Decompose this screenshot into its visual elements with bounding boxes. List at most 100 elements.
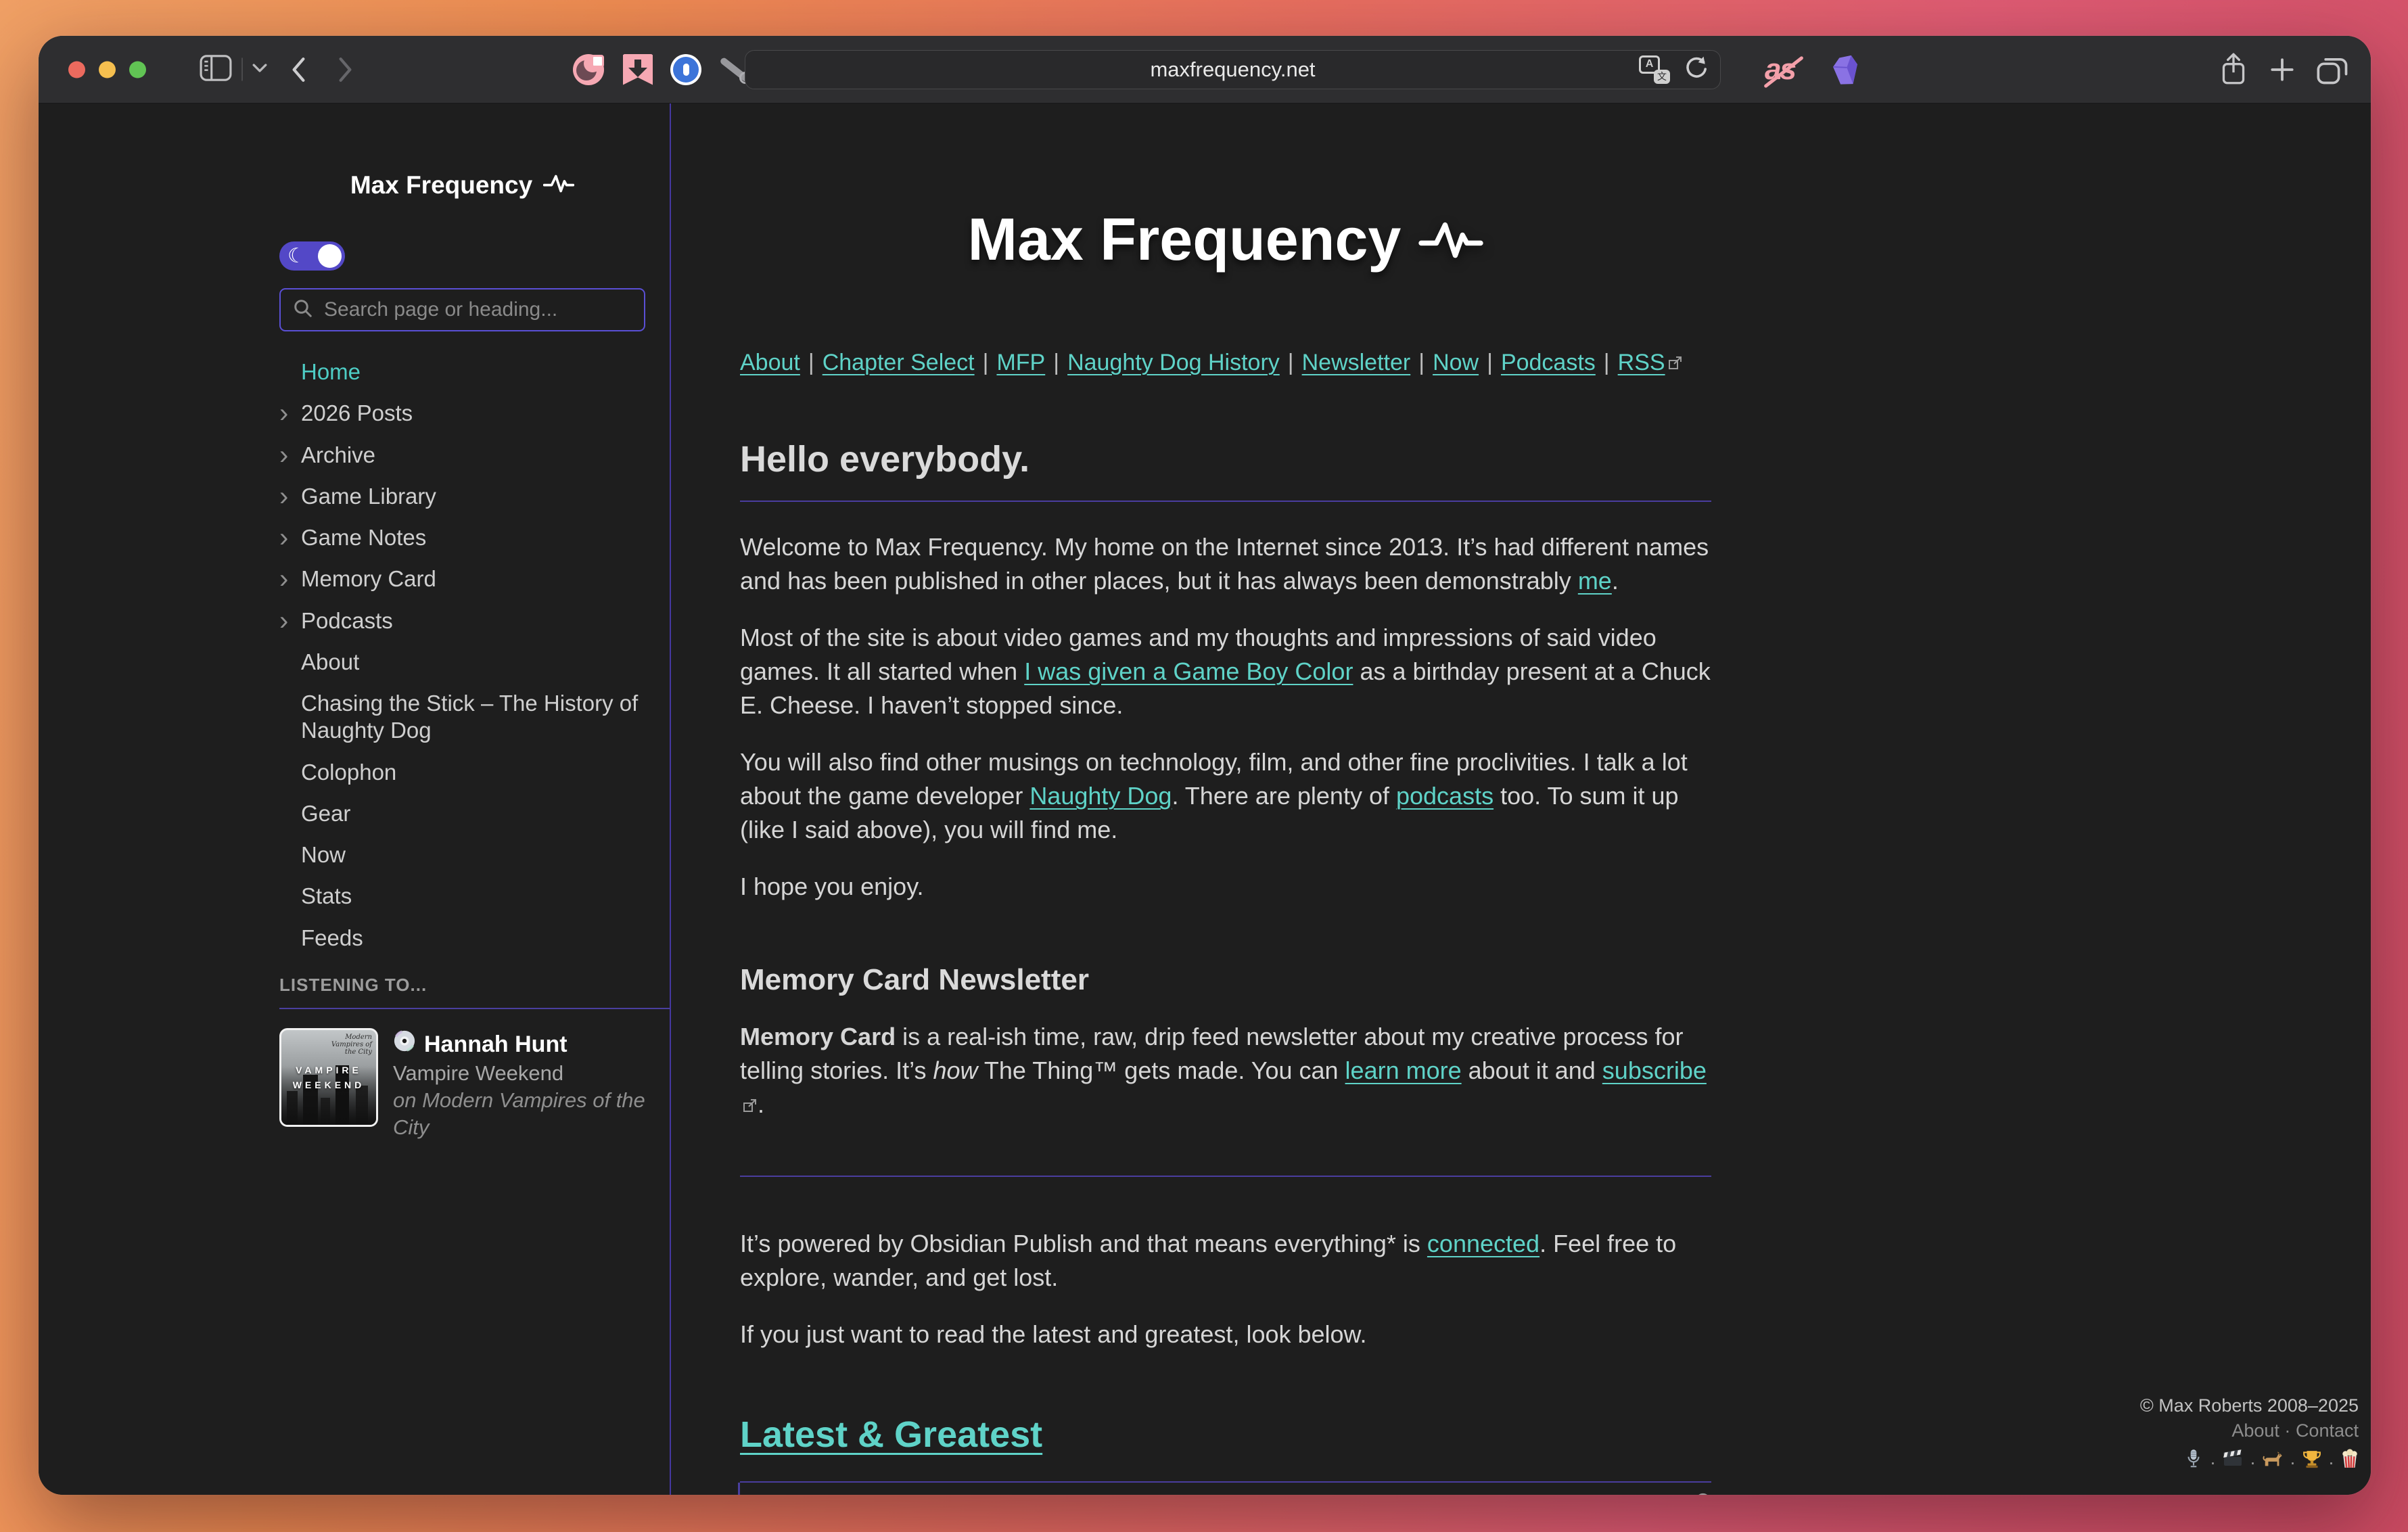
chevron-right-icon[interactable]: › xyxy=(279,521,288,555)
listening-to-label: LISTENING TO... xyxy=(279,975,645,996)
sidebar-item-stats[interactable]: Stats xyxy=(279,883,645,910)
sidebar-item-chasing-the-stick[interactable]: Chasing the Stick – The History of Naugh… xyxy=(279,690,645,745)
newsletter-paragraph: Memory Card is a real-ish time, raw, dri… xyxy=(740,1020,1711,1121)
sidebar-controls xyxy=(200,54,267,85)
site-footer: © Max Roberts 2008–2025 About · Contact … xyxy=(2140,1393,2359,1477)
noir-extension-icon[interactable] xyxy=(573,54,604,85)
moon-icon: ☾ xyxy=(287,244,306,268)
back-button[interactable] xyxy=(290,57,306,83)
intro-paragraph-2: Most of the site is about video games an… xyxy=(740,621,1711,722)
sidebar-item-podcasts[interactable]: ›Podcasts xyxy=(279,607,645,634)
link-icon[interactable] xyxy=(1683,1492,1711,1495)
chevron-right-icon[interactable]: › xyxy=(279,563,288,596)
sidebar-nav: Home ›2026 Posts ›Archive ›Game Library … xyxy=(279,358,645,952)
toggle-knob xyxy=(318,244,342,268)
listening-widget: Modern Vampires of the City VAMPIREWEEKE… xyxy=(279,1008,670,1141)
cd-icon xyxy=(393,1029,416,1061)
obsidian-icon[interactable] xyxy=(1830,53,1861,87)
reload-icon[interactable] xyxy=(1684,55,1709,84)
trophy-icon xyxy=(2302,1449,2321,1476)
browser-toolbar: maxfrequency.net A文 as xyxy=(39,36,2371,103)
pulse-icon xyxy=(543,171,574,200)
page-nav-links: About|Chapter Select|MFP|Naughty Dog His… xyxy=(740,350,1711,376)
url-text: maxfrequency.net xyxy=(1150,57,1315,82)
sidebar-toggle-icon[interactable] xyxy=(200,54,232,85)
connected-link[interactable]: connected xyxy=(1427,1230,1539,1257)
sidebar-item-2026-posts[interactable]: ›2026 Posts xyxy=(279,400,645,427)
sidebar-item-colophon[interactable]: Colophon xyxy=(279,759,645,786)
close-window-button[interactable] xyxy=(68,61,85,78)
zoom-window-button[interactable] xyxy=(129,61,146,78)
sidebar-item-game-library[interactable]: ›Game Library xyxy=(279,483,645,510)
sidebar-item-game-notes[interactable]: ›Game Notes xyxy=(279,524,645,551)
sidebar-item-now[interactable]: Now xyxy=(279,841,645,868)
nav-link-now[interactable]: Now xyxy=(1433,350,1479,375)
sidebar-item-memory-card[interactable]: ›Memory Card xyxy=(279,565,645,593)
album-art: Modern Vampires of the City VAMPIREWEEKE… xyxy=(279,1028,378,1127)
translate-icon[interactable]: A文 xyxy=(1639,55,1670,84)
subscribe-link[interactable]: subscribe xyxy=(1602,1057,1707,1084)
hello-heading: Hello everybody. xyxy=(740,438,1711,502)
copyright-text: © Max Roberts 2008–2025 xyxy=(2140,1393,2359,1419)
listening-album: Modern Vampires of the City xyxy=(393,1088,645,1139)
chevron-down-icon[interactable] xyxy=(252,63,267,76)
browser-window: maxfrequency.net A文 as xyxy=(39,36,2371,1495)
dog-icon xyxy=(2263,1450,2283,1476)
sidebar-item-about[interactable]: About xyxy=(279,649,645,676)
microphone-icon xyxy=(2184,1448,2203,1477)
chevron-right-icon[interactable]: › xyxy=(279,397,288,430)
downloader-extension-icon[interactable] xyxy=(623,54,653,85)
nav-link-chapter-select[interactable]: Chapter Select xyxy=(823,350,975,375)
nav-link-newsletter[interactable]: Newsletter xyxy=(1302,350,1411,375)
sidebar-item-home[interactable]: Home xyxy=(279,358,645,386)
learn-more-link[interactable]: learn more xyxy=(1345,1057,1462,1084)
external-link-icon xyxy=(1668,350,1683,376)
sidebar-site-title[interactable]: Max Frequency xyxy=(279,171,645,200)
chevron-right-icon[interactable]: › xyxy=(279,439,288,472)
site-sidebar: Max Frequency ☾ Home ›2026 Posts ›Archiv… xyxy=(39,103,671,1495)
traffic-lights xyxy=(68,61,160,78)
onepassword-extension-icon[interactable] xyxy=(670,54,701,85)
minimize-window-button[interactable] xyxy=(99,61,116,78)
look-below-paragraph: If you just want to read the latest and … xyxy=(740,1318,1711,1351)
footer-contact-link[interactable]: Contact xyxy=(2296,1420,2359,1441)
tab-overview-icon[interactable] xyxy=(2315,53,2351,86)
toolbar-divider xyxy=(241,58,243,81)
podcasts-link[interactable]: podcasts xyxy=(1396,782,1494,810)
nav-link-podcasts[interactable]: Podcasts xyxy=(1501,350,1596,375)
album-art-script-text: Modern Vampires of the City xyxy=(330,1034,372,1056)
footer-about-link[interactable]: About xyxy=(2231,1420,2279,1441)
game-boy-color-link[interactable]: I was given a Game Boy Color xyxy=(1024,657,1353,685)
nav-link-mfp[interactable]: MFP xyxy=(996,350,1045,375)
sidebar-search[interactable] xyxy=(279,288,645,331)
search-icon xyxy=(293,298,313,322)
chevron-right-icon[interactable]: › xyxy=(279,605,288,638)
nav-link-rss[interactable]: RSS xyxy=(1618,350,1665,375)
intro-paragraph-1: Welcome to Max Frequency. My home on the… xyxy=(740,530,1711,598)
sidebar-item-gear[interactable]: Gear xyxy=(279,800,645,827)
listening-artist: Vampire Weekend xyxy=(393,1060,645,1087)
new-tab-icon[interactable] xyxy=(2268,55,2296,84)
forward-button[interactable] xyxy=(338,57,354,83)
external-link-icon xyxy=(743,1088,758,1121)
naughty-dog-link[interactable]: Naughty Dog xyxy=(1029,782,1172,810)
chevron-right-icon[interactable]: › xyxy=(279,480,288,513)
search-input[interactable] xyxy=(323,298,632,322)
nav-link-about[interactable]: About xyxy=(740,350,800,375)
listening-track: Hannah Hunt xyxy=(424,1030,568,1060)
me-link[interactable]: me xyxy=(1578,567,1612,595)
share-icon[interactable] xyxy=(2218,51,2249,88)
sidebar-item-feeds[interactable]: Feeds xyxy=(279,925,645,952)
nav-link-naughty-dog-history[interactable]: Naughty Dog History xyxy=(1067,350,1280,375)
sidebar-title-text: Max Frequency xyxy=(350,171,532,200)
clapperboard-icon xyxy=(2223,1449,2243,1476)
sidebar-item-archive[interactable]: ›Archive xyxy=(279,442,645,469)
latest-greatest-heading-link[interactable]: Latest & Greatest xyxy=(740,1414,1042,1456)
main-content-pane: Max Frequency About|Chapter Select|MFP|N… xyxy=(671,103,2371,1495)
pulse-icon xyxy=(1418,205,1483,274)
as-blocker-extension-icon[interactable]: as xyxy=(1765,53,1795,87)
intro-paragraph-3: You will also find other musings on tech… xyxy=(740,745,1711,847)
popcorn-icon xyxy=(2341,1449,2359,1477)
address-bar[interactable]: maxfrequency.net A文 xyxy=(745,50,1721,89)
theme-toggle[interactable]: ☾ xyxy=(279,241,345,271)
